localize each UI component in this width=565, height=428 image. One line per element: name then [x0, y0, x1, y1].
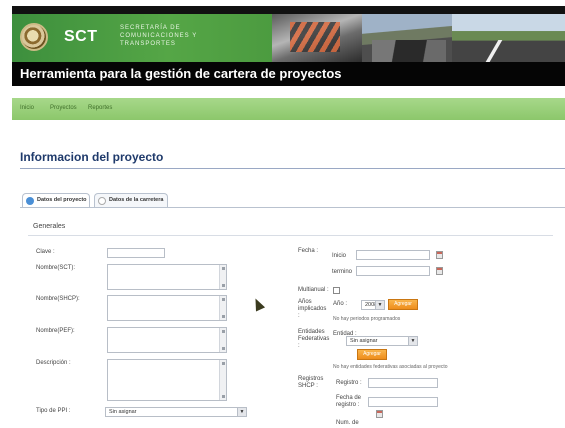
scrollbar[interactable] [219, 328, 226, 352]
num-label: Num. de [336, 420, 359, 426]
clave-label: Clave : [36, 249, 55, 255]
descripcion-label: Descripción : [36, 360, 71, 366]
tipo-ppi-select[interactable]: Sin asignar ▼ [105, 407, 247, 417]
registros-shcp-label: Registros SHCP : [298, 376, 324, 389]
tab-datos-del-proyecto[interactable]: Datos del proyecto [22, 193, 90, 207]
fecha-inicio-input[interactable] [356, 250, 430, 260]
agregar-entidad-button[interactable]: Agregar [357, 349, 387, 360]
nombre-sct-textarea[interactable] [107, 264, 227, 290]
tab-label: Datos de la carretera [109, 197, 164, 203]
nav-bar: Inicio Proyectos Reportes [12, 98, 565, 120]
scrollbar[interactable] [219, 296, 226, 320]
nav-item-reportes[interactable]: Reportes [88, 105, 112, 111]
chevron-down-icon: ▼ [375, 301, 384, 309]
header-photo-highway [452, 14, 565, 62]
header-photos [272, 14, 565, 62]
road-icon [98, 197, 106, 205]
tipo-ppi-label: Tipo de PPI : [36, 408, 71, 414]
nav-item-proyectos[interactable]: Proyectos [50, 105, 77, 111]
registro-label: Registro : [336, 380, 362, 386]
sct-logo-text: SCT [64, 28, 98, 45]
tab-label: Datos del proyecto [37, 197, 87, 203]
info-icon [26, 197, 34, 205]
anio-select[interactable]: 2008 ▼ [361, 300, 385, 310]
nombre-shcp-label: Nombre(SHCP): [36, 296, 80, 302]
app-title-bar: Herramienta para la gestión de cartera d… [12, 62, 565, 86]
sct-logo-area: SCT SECRETARÍA DE COMUNICACIONES Y TRANS… [12, 14, 272, 62]
app-title: Herramienta para la gestión de cartera d… [20, 66, 342, 81]
multianual-label: Multianual : [298, 287, 329, 293]
entidad-select[interactable]: Sin asignar ▼ [346, 336, 418, 346]
fecha-termino-input[interactable] [356, 266, 430, 276]
entidades-federativas-label: Entidades Federativas : [298, 329, 330, 349]
page-title: Informacion del proyecto [20, 150, 164, 164]
registro-input[interactable] [368, 378, 438, 388]
chevron-down-icon: ▼ [237, 408, 246, 416]
anio-label: Año : [333, 301, 348, 307]
fecha-label: Fecha : [298, 248, 319, 254]
chevron-down-icon: ▼ [408, 337, 417, 345]
header-banner: SCT SECRETARÍA DE COMUNICACIONES Y TRANS… [12, 14, 565, 62]
tipo-ppi-value: Sin asignar [109, 409, 137, 415]
section-divider [28, 235, 553, 236]
nombre-sct-label: Nombre(SCT): [36, 265, 76, 271]
agregar-anio-button[interactable]: Agregar [388, 299, 418, 310]
tab-datos-de-la-carretera[interactable]: Datos de la carretera [94, 193, 168, 207]
no-periodos-note: No hay periodos programados [333, 316, 401, 322]
nombre-shcp-textarea[interactable] [107, 295, 227, 321]
anios-implicados-label: Años implicados : [298, 299, 327, 319]
top-bar [12, 6, 565, 14]
mouse-cursor-icon [250, 296, 266, 312]
scrollbar[interactable] [219, 360, 226, 400]
termino-label: termino [332, 269, 353, 275]
multianual-checkbox[interactable] [333, 287, 340, 294]
fecha-registro-label: Fecha de registro : [336, 395, 362, 408]
title-divider [20, 168, 565, 169]
header-photo-highway-curve [362, 14, 452, 62]
descripcion-textarea[interactable] [107, 359, 227, 401]
clave-input[interactable] [107, 248, 165, 258]
scrollbar[interactable] [219, 265, 226, 289]
entidad-value: Sin asignar [350, 338, 378, 344]
no-entidades-note: No hay entidades federativas asociadas a… [333, 364, 448, 370]
nombre-pef-textarea[interactable] [107, 327, 227, 353]
calendar-icon[interactable] [436, 267, 443, 275]
tabs-divider [20, 207, 565, 208]
secretaria-text: SECRETARÍA DE COMUNICACIONES Y TRANSPORT… [120, 25, 198, 47]
header-photo-traffic-cones [272, 14, 362, 62]
national-seal-icon [20, 23, 48, 51]
nombre-pef-label: Nombre(PEF): [36, 328, 75, 334]
nav-item-inicio[interactable]: Inicio [20, 105, 34, 111]
section-title: Generales [33, 223, 66, 230]
calendar-icon[interactable] [436, 251, 443, 259]
calendar-icon[interactable] [376, 410, 383, 418]
inicio-label: Inicio [332, 253, 347, 259]
fecha-registro-input[interactable] [368, 397, 438, 407]
